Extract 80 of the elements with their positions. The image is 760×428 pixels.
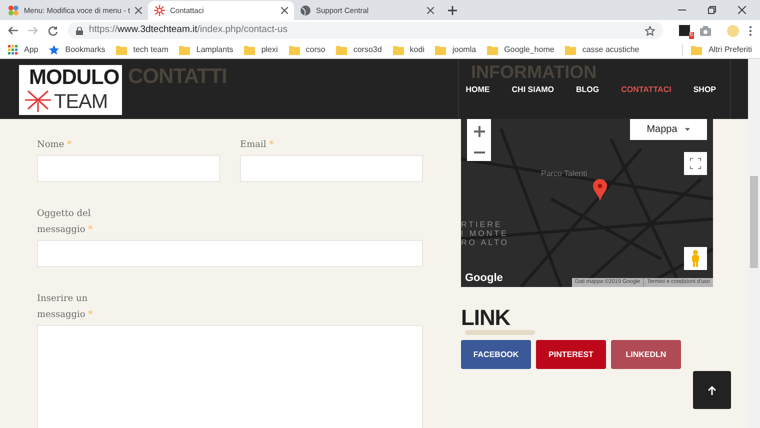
bookmark-item[interactable]: Altri Preferiti	[682, 44, 752, 56]
page-heading: MODULO	[29, 66, 120, 90]
logo[interactable]: MODULO TEAM	[19, 65, 122, 115]
input-field[interactable]	[37, 240, 423, 267]
up-arrow-icon	[708, 386, 716, 394]
nav-link[interactable]: CHI SIAMO	[512, 84, 554, 96]
nav-link[interactable]: CONTATTACI	[621, 84, 672, 96]
message-field[interactable]	[37, 325, 423, 428]
reload-icon[interactable]	[48, 26, 58, 36]
folder-icon	[336, 44, 348, 54]
social-link-button[interactable]: FACEBOOK	[461, 340, 531, 369]
plus-icon[interactable]	[474, 126, 484, 137]
fullscreen-button[interactable]	[684, 152, 707, 175]
folder-icon	[179, 44, 190, 54]
logo-text: TEAM	[54, 92, 108, 112]
apps-grid-icon	[8, 44, 18, 54]
fullscreen-icon	[690, 158, 701, 169]
map-pin-icon	[593, 179, 607, 201]
close-icon[interactable]	[135, 7, 142, 14]
section-heading: LINK	[461, 307, 510, 329]
close-icon[interactable]	[281, 7, 288, 14]
joomla-logo-icon	[8, 5, 19, 16]
bookmark-item[interactable]: casse acustiche	[565, 44, 640, 56]
map-label: RO ALTO	[461, 238, 509, 247]
bookmark-item[interactable]: Lamplants	[179, 44, 234, 56]
nav-link[interactable]: BLOG	[576, 84, 600, 96]
map-label: I MONTE	[461, 229, 509, 238]
more-menu-icon[interactable]	[749, 26, 752, 36]
close-icon[interactable]	[738, 6, 746, 14]
restore-icon[interactable]	[708, 6, 716, 14]
folder-icon	[392, 44, 404, 54]
map-label: Parco Talenti	[541, 168, 588, 180]
folder-icon	[487, 44, 498, 54]
new-tab-icon[interactable]	[448, 6, 457, 15]
star-icon	[49, 44, 60, 54]
bookmark-item[interactable]: kodi	[392, 44, 424, 56]
sunburst-icon	[154, 5, 165, 16]
folder-icon	[691, 44, 702, 54]
field-label: Oggetto del messaggio *	[37, 208, 94, 237]
folder-icon	[116, 44, 128, 54]
folder-icon	[565, 44, 576, 54]
field-label: Email *	[240, 139, 275, 152]
url-text: https://www.3dtechteam.it/index.php/contact-us	[89, 23, 289, 38]
bookmark-item[interactable]: plexi	[244, 44, 278, 56]
google-brand: Google	[465, 270, 503, 286]
bookmark-item[interactable]: corso	[288, 44, 326, 56]
bookmark-item[interactable]: App	[8, 44, 38, 56]
address-bar[interactable]: https://www.3dtechteam.it/index.php/contact-us	[68, 22, 663, 39]
globe-icon	[300, 5, 311, 16]
folder-icon	[435, 44, 446, 54]
field-label: Inserire un messaggio *	[37, 293, 94, 322]
brush-stroke	[465, 330, 535, 335]
nav-link[interactable]: HOME	[466, 84, 490, 96]
folder-icon	[244, 44, 256, 54]
back-to-top-button[interactable]	[693, 371, 731, 409]
bookmark-item[interactable]: Google_home	[487, 44, 554, 56]
social-link-button[interactable]: LINKEDLN	[611, 340, 681, 369]
input-field[interactable]	[37, 155, 220, 182]
map-label: RTIERE	[461, 220, 504, 229]
camera-icon[interactable]	[700, 26, 711, 36]
back-arrow-icon[interactable]	[8, 26, 18, 35]
person-icon	[691, 250, 700, 267]
map-type-dropdown[interactable]: Mappa	[630, 119, 707, 140]
zoom-control[interactable]	[467, 119, 491, 161]
bookmark-item[interactable]: joomla	[435, 44, 476, 56]
minus-icon[interactable]	[474, 151, 484, 154]
bookmark-item[interactable]: Bookmarks	[49, 44, 106, 56]
nav-link[interactable]: SHOP	[693, 84, 716, 96]
close-icon[interactable]	[427, 7, 434, 14]
bookmark-item[interactable]: tech team	[116, 44, 168, 56]
input-field[interactable]	[240, 155, 423, 182]
bookmark-item[interactable]: corso3d	[336, 44, 382, 56]
folder-icon	[288, 44, 300, 54]
scrollbar-thumb[interactable]	[750, 176, 758, 268]
lock-icon	[76, 26, 83, 34]
social-link-button[interactable]: PINTEREST	[536, 340, 606, 369]
sunburst-icon	[25, 88, 51, 112]
field-label: Nome *	[37, 139, 73, 152]
caret-icon	[685, 128, 690, 131]
star-outline-icon[interactable]	[645, 26, 655, 36]
